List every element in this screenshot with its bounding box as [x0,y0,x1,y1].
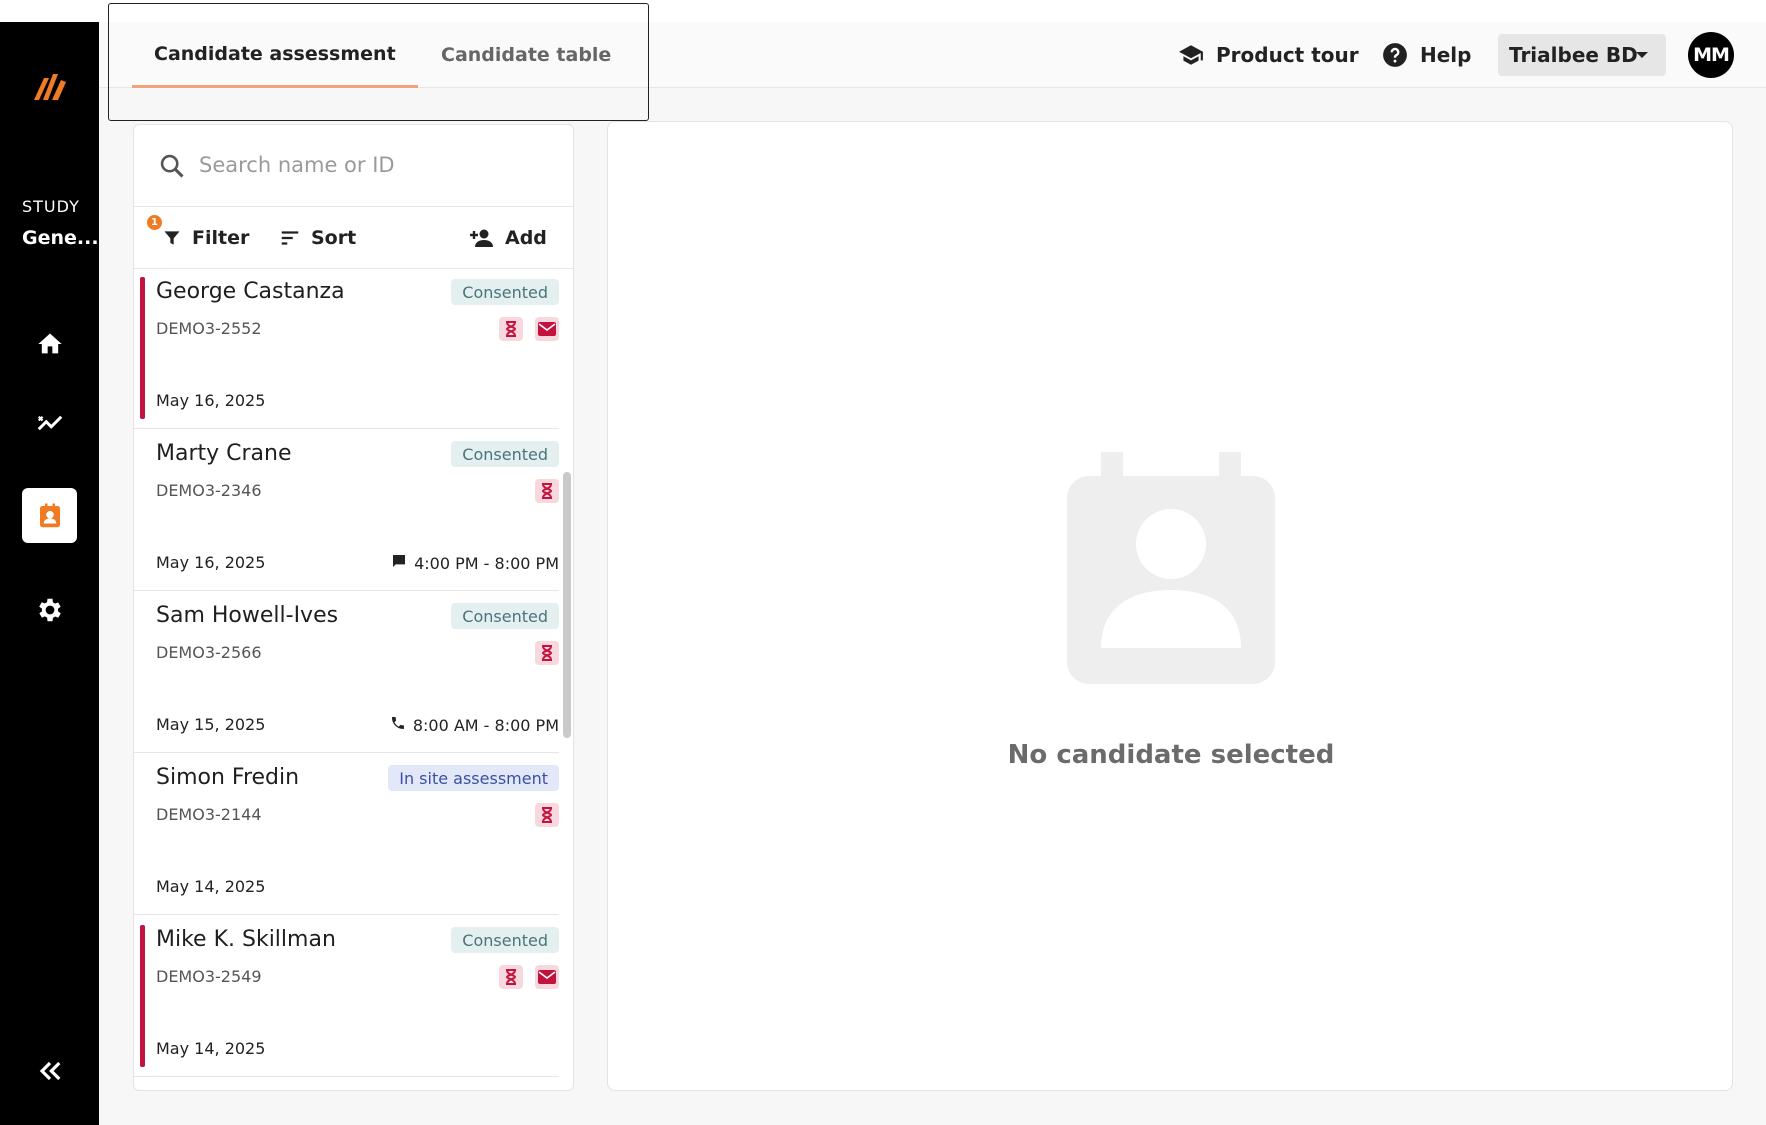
message-icon [391,553,407,573]
candidate-name: Simon Fredin [156,765,300,790]
candidate-card[interactable]: Marty Crane DEMO3-2346 Consented May 16, 20… [134,429,559,591]
candidate-date: May 16, 2025 [156,391,266,410]
candidate-name: Mike K. Skillman [156,927,336,952]
mail-icon [535,965,559,989]
user-avatar[interactable]: MM [1688,32,1734,78]
status-badge: Consented [451,927,559,953]
candidate-date: May 14, 2025 [156,877,266,896]
organization-selector[interactable]: Trialbee BD [1498,34,1666,76]
candidate-list: George Castanza DEMO3-2552 Consented May 16… [134,269,559,1090]
filter-count-badge: 1 [147,215,162,230]
sort-icon [281,231,299,245]
add-label: Add [505,227,547,249]
candidate-date: May 14, 2025 [156,1039,266,1058]
candidate-id: DEMO3-2346 [156,481,262,500]
status-icons [535,479,559,503]
status-icons [535,803,559,827]
status-badge: In site assessment [388,765,559,791]
status-badge: Consented [451,441,559,467]
candidate-id: DEMO3-2549 [156,967,262,986]
empty-state-text: No candidate selected [1007,740,1335,770]
candidates-icon [39,503,60,527]
nav-candidates-button[interactable] [22,488,77,543]
nav-settings-button[interactable] [22,582,77,637]
nav-analytics-button[interactable] [22,395,77,450]
candidate-name: Marty Crane [156,441,292,466]
search-input[interactable] [199,145,539,185]
settings-icon [38,598,61,621]
mail-icon [535,317,559,341]
contact-window: 4:00 PM - 8:00 PM [391,553,559,573]
search-bar [134,125,573,207]
tab-candidate-assessment[interactable]: Candidate assessment [132,22,418,88]
candidate-id: DEMO3-2552 [156,319,262,338]
help-button[interactable]: Help [1382,22,1471,88]
product-tour-label: Product tour [1216,43,1359,67]
search-icon [160,154,184,178]
candidate-name: George Castanza [156,279,345,304]
candidate-date: May 15, 2025 [156,715,266,734]
organization-label: Trialbee BD [1509,43,1638,67]
status-icons [499,317,559,341]
candidate-card[interactable]: Simon Fredin DEMO3-2144 In site assessment… [134,753,559,915]
status-badge: Consented [451,279,559,305]
contact-window-text: 4:00 PM - 8:00 PM [414,553,559,573]
sort-label: Sort [311,227,357,249]
chevron-down-icon [1636,52,1648,58]
candidate-date: May 16, 2025 [156,553,266,572]
candidate-id: DEMO3-2566 [156,643,262,662]
candidate-card[interactable]: George Castanza DEMO3-2552 Consented May 16… [134,269,559,429]
analytics-icon [37,415,62,430]
hourglass-icon [535,803,559,827]
nav-home-button[interactable] [22,316,77,371]
candidate-id: DEMO3-2144 [156,805,262,824]
priority-flag [140,925,145,1067]
study-label: STUDY [22,197,80,216]
hourglass-icon [535,641,559,665]
tab-candidate-table[interactable]: Candidate table [419,22,633,88]
add-person-icon [470,229,493,247]
graduation-cap-icon [1179,45,1203,65]
list-scrollbar[interactable] [563,472,571,738]
phone-icon [390,715,406,735]
list-toolbar: 1 Filter Sort Add [134,207,573,269]
priority-flag [140,277,145,419]
status-icons [535,641,559,665]
hourglass-icon [535,479,559,503]
hourglass-icon [499,317,523,341]
study-name[interactable]: Gene... [22,227,99,249]
filter-label: Filter [192,227,250,249]
status-icons [499,965,559,989]
status-badge: Consented [451,603,559,629]
nav-rail: STUDY Gene... [0,22,99,1125]
product-tour-button[interactable]: Product tour [1178,22,1359,88]
trialbee-logo-icon[interactable] [28,64,72,108]
filter-icon [164,231,180,245]
candidate-name: Sam Howell-Ives [156,603,339,628]
contact-window: 8:00 AM - 8:00 PM [390,715,559,735]
collapse-rail-icon[interactable] [34,1055,66,1087]
filter-button[interactable]: Filter [162,207,249,269]
candidate-placeholder-icon [1067,452,1275,684]
candidate-card[interactable]: Sam Howell-Ives DEMO3-2566 Consented May 15… [134,591,559,753]
sort-button[interactable]: Sort [279,207,356,269]
contact-window-text: 8:00 AM - 8:00 PM [412,715,559,735]
add-candidate-button[interactable]: Add [469,207,547,269]
candidate-card[interactable]: Mike K. Skillman DEMO3-2549 Consented May 1… [134,915,559,1077]
candidate-detail-panel: No candidate selected [607,121,1733,1091]
hourglass-icon [499,965,523,989]
candidate-list-panel: 1 Filter Sort Add George Castanza DEMO3-2… [133,124,574,1091]
home-icon [37,333,62,353]
help-icon [1383,43,1407,67]
help-label: Help [1420,43,1472,67]
